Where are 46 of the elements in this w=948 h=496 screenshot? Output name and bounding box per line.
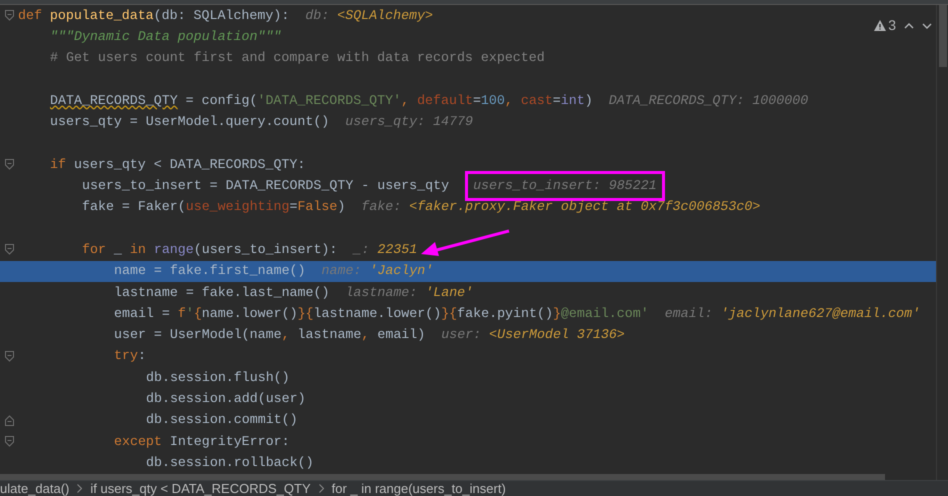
fold-icon[interactable] (4, 159, 14, 170)
code-line: # Get users count first and compare with data records expected (50, 49, 545, 68)
code-line: email = f'{name.lower()}{lastname.lower()}{fake.pyint()}@email.com' (114, 304, 649, 323)
code-line: except IntegrityError: (114, 432, 290, 451)
breadcrumb-item[interactable]: if users_qty < DATA_RECORDS_QTY (90, 482, 311, 496)
code-line: """Dynamic Data population""" (50, 28, 282, 46)
fold-icon[interactable] (4, 350, 14, 362)
inline-debug-value: email: 'jaclynlane627@email.com' (664, 304, 920, 323)
inline-debug-value: _: 22351 (353, 240, 418, 259)
horizontal-scrollbar[interactable] (0, 474, 885, 480)
breadcrumb-item[interactable]: for _ in range(users_to_insert) (332, 482, 506, 496)
chevron-down-icon[interactable] (922, 22, 932, 28)
fold-icon[interactable] (4, 436, 14, 448)
vertical-scrollbar[interactable] (938, 5, 946, 67)
code-line: users_qty = UserModel.query.count() (50, 113, 330, 132)
code-line: db.session.commit() (146, 411, 298, 430)
inline-debug-value: DATA_RECORDS_QTY: 1000000 (608, 92, 808, 110)
code-line: if users_qty < DATA_RECORDS_QTY: (50, 156, 306, 174)
code-line: lastname = fake.last_name() (114, 284, 330, 302)
code-line: try: (114, 347, 146, 366)
code-line: user = UserModel(name, lastname, email) (114, 326, 426, 344)
breadcrumb-item[interactable]: ulate_data() (0, 482, 70, 496)
inline-debug-value: lastname: 'Lane' (345, 284, 474, 302)
code-line: db.session.add(user) (146, 390, 306, 408)
fold-icon[interactable] (4, 244, 14, 256)
warning-icon[interactable] (874, 20, 886, 31)
chevron-right-icon (77, 484, 82, 493)
inline-debug-value: users_qty: 14779 (345, 113, 473, 132)
inline-debug-value: user: <UserModel 37136> (441, 326, 625, 344)
chevron-up-icon[interactable] (904, 22, 914, 28)
chevron-right-icon (318, 484, 324, 493)
inline-debug-value: fake: <faker.proxy.Faker object at 0x7f3c006853c0> (361, 198, 760, 216)
code-line: users_to_insert = DATA_RECORDS_QTY - users_qty (82, 177, 450, 196)
code-line: def populate_data(db: SQLAlchemy): (18, 6, 290, 25)
code-line: fake = Faker(use_weighting=False) (82, 198, 346, 216)
fold-icon[interactable] (4, 10, 14, 22)
code-line: db.session.rollback() (146, 454, 314, 472)
warning-count[interactable]: 3 (888, 15, 896, 36)
fold-icon[interactable] (4, 414, 14, 426)
code-line: name = fake.first_name() (114, 262, 306, 280)
inline-debug-value: users_to_insert: 985221 (465, 171, 665, 201)
code-line: for _ in range(users_to_insert): (82, 240, 338, 259)
code-line: db.session.flush() (146, 368, 290, 387)
inline-debug-value: name: 'Jaclyn' (322, 262, 434, 280)
inline-debug-value: db: <SQLAlchemy> (305, 6, 433, 25)
code-line: DATA_RECORDS_QTY = config('DATA_RECORDS_QTY', default=100, cast=int) (50, 92, 593, 110)
